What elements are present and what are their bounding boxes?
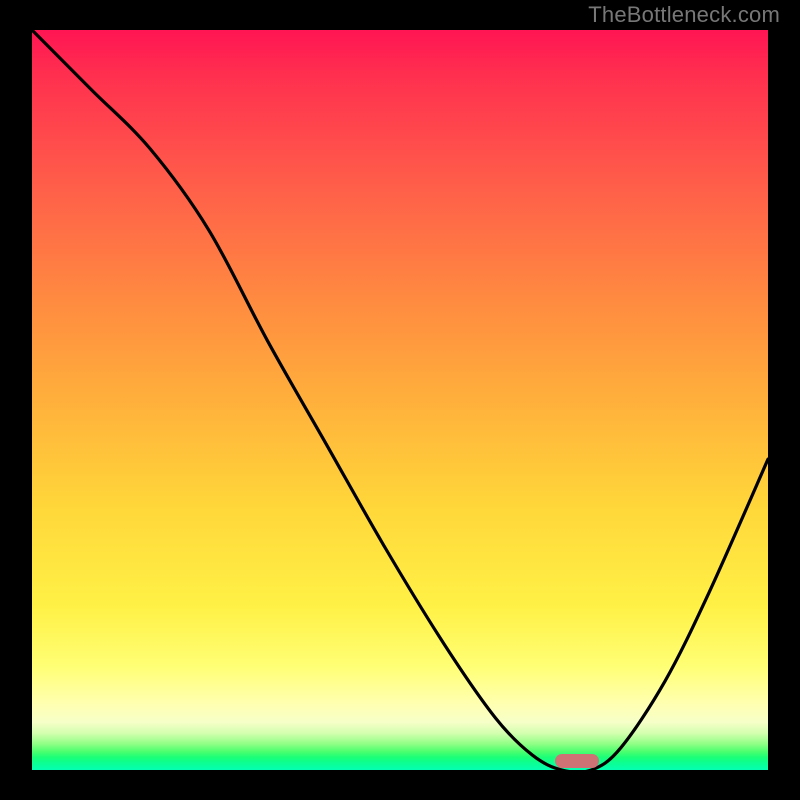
optimal-range-marker xyxy=(555,754,599,768)
watermark-text: TheBottleneck.com xyxy=(588,2,780,28)
chart-frame: TheBottleneck.com xyxy=(0,0,800,800)
plot-area xyxy=(32,30,768,770)
bottleneck-curve xyxy=(32,30,768,770)
